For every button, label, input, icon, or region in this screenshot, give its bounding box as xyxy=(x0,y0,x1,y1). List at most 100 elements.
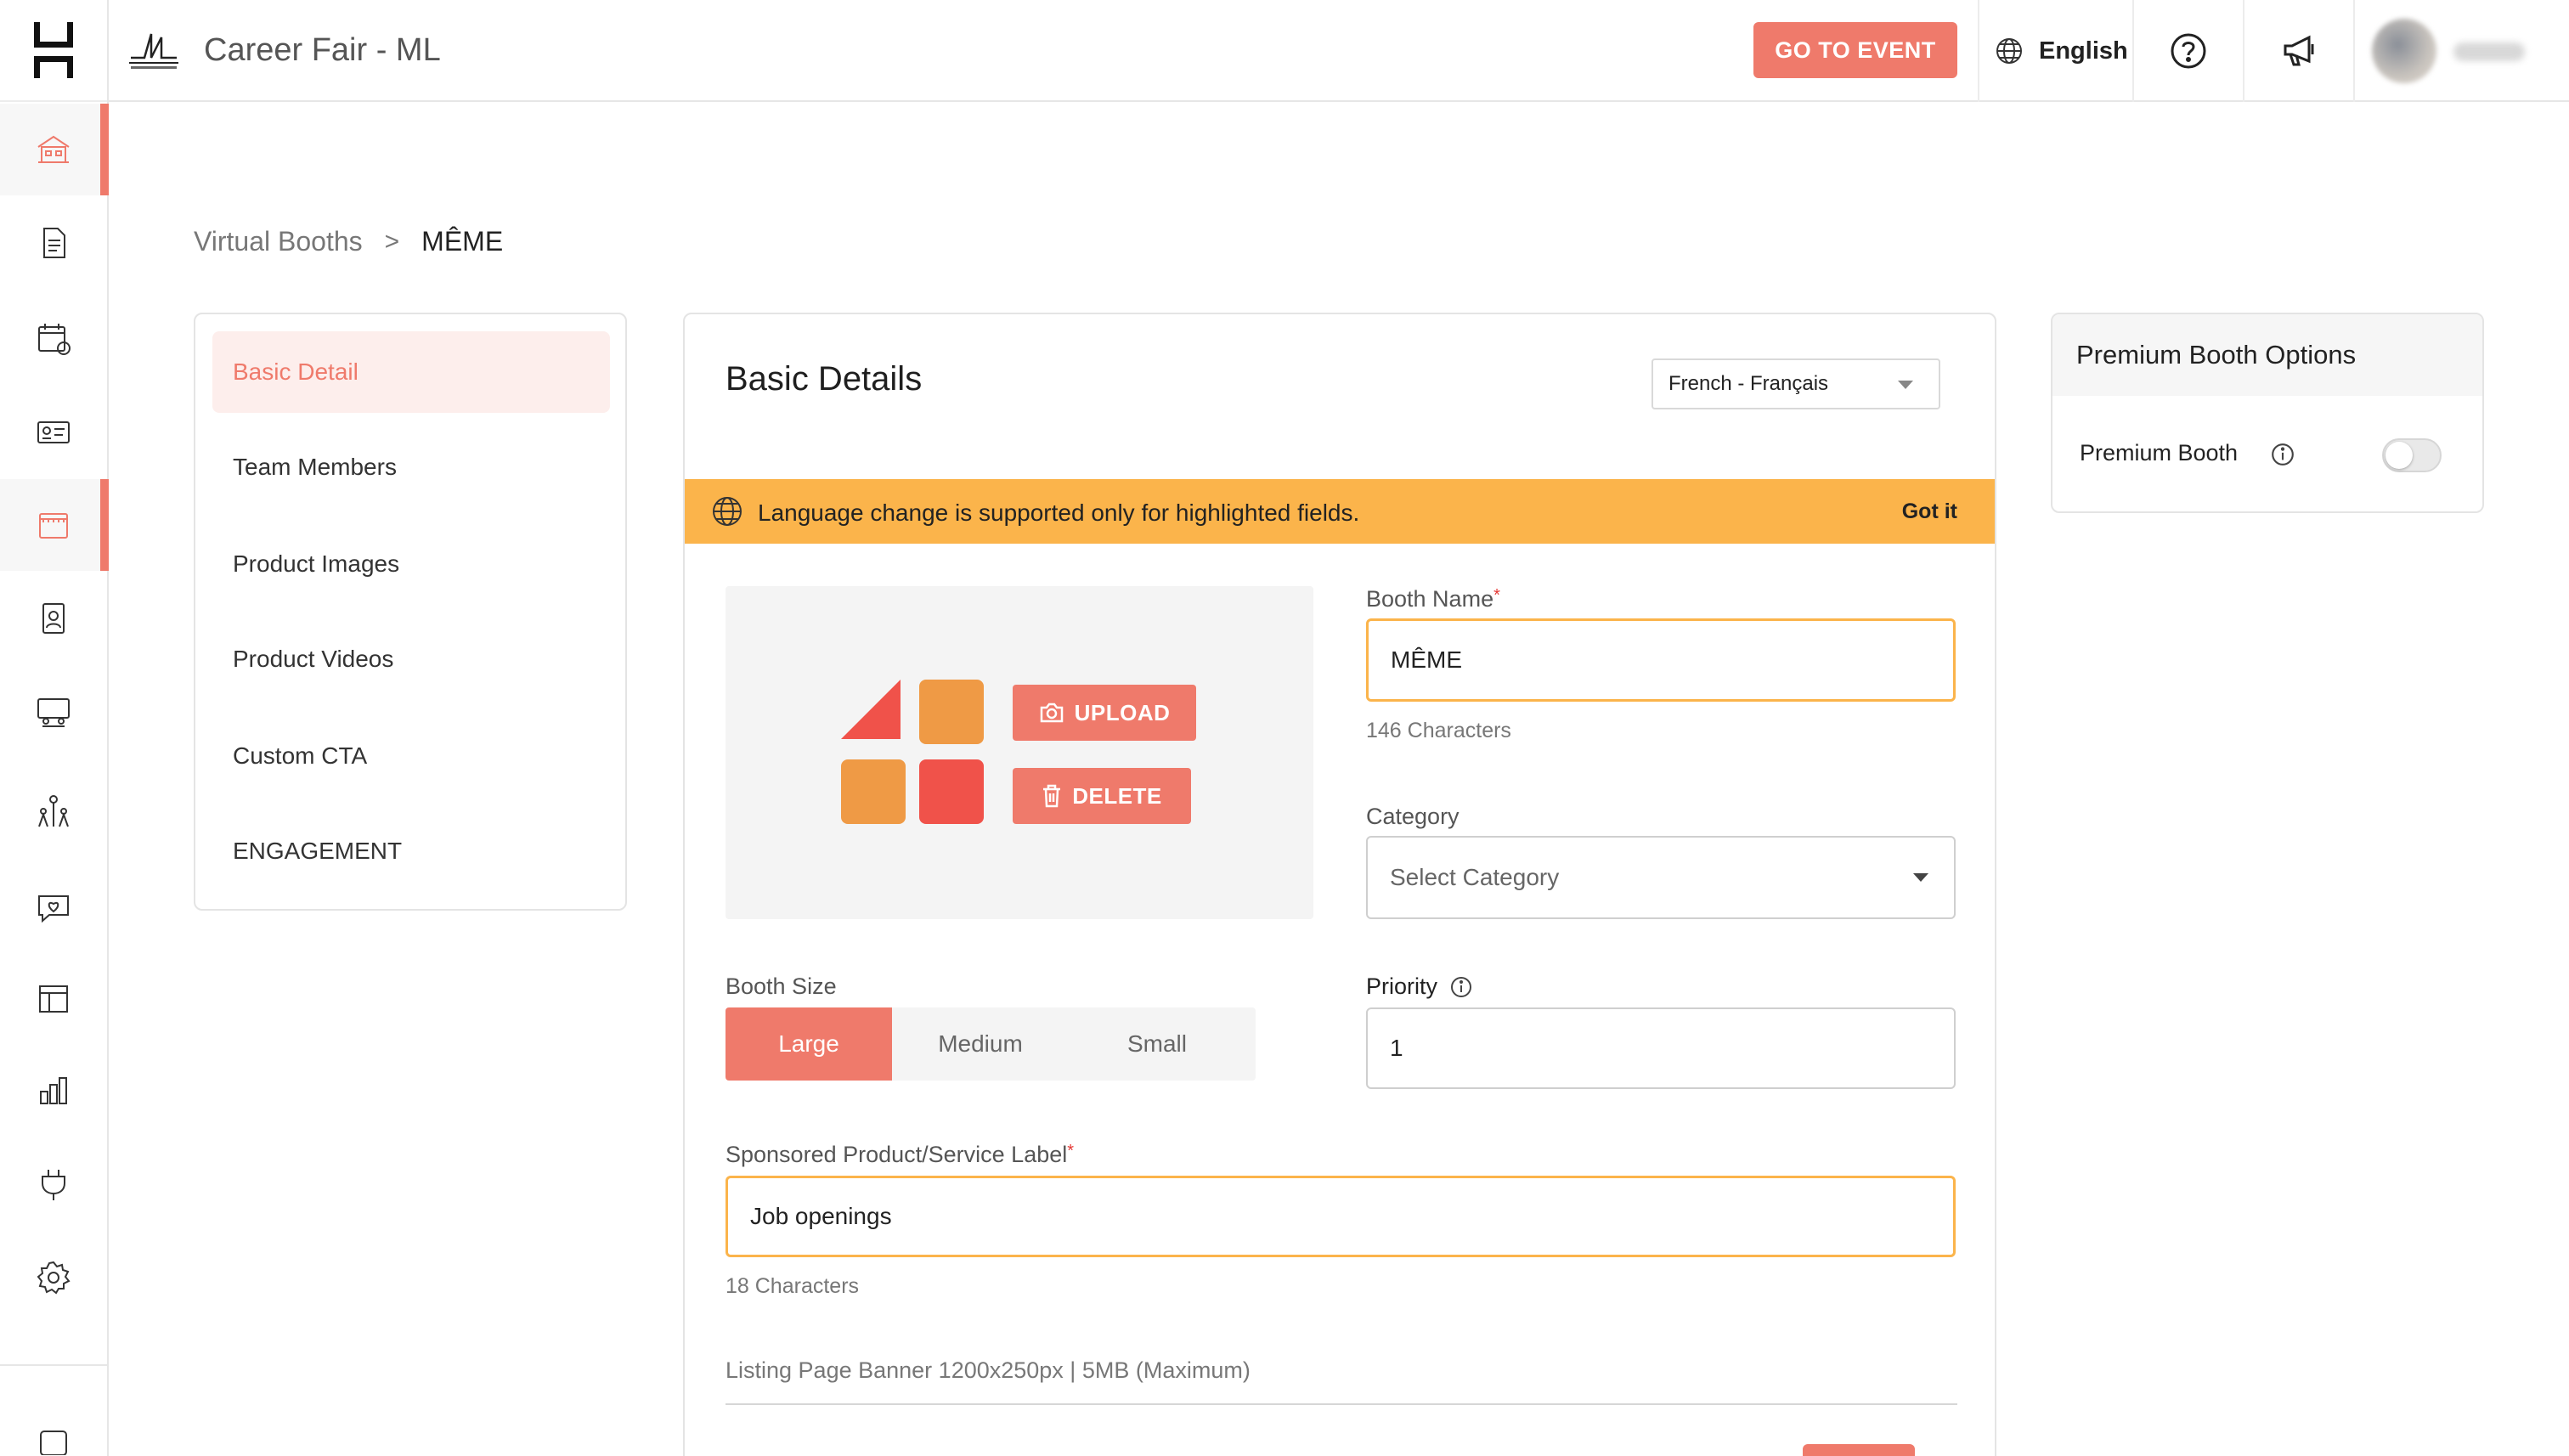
section-item-team-members[interactable]: Team Members xyxy=(212,426,610,508)
basic-details-card: Basic Details French - Français Language… xyxy=(683,313,1996,1456)
language-notice-banner: Language change is supported only for hi… xyxy=(685,479,1995,544)
content-language-select[interactable]: French - Français xyxy=(1652,358,1940,409)
id-card-icon xyxy=(37,421,70,443)
save-button[interactable] xyxy=(1803,1444,1915,1456)
trash-icon xyxy=(1043,784,1061,808)
rail-item-integrations[interactable] xyxy=(0,1138,107,1230)
info-icon[interactable] xyxy=(2270,442,2295,467)
booth-logo-image xyxy=(841,680,984,824)
booth-name-value: MÊME xyxy=(1391,646,1462,673)
language-notice-text: Language change is supported only for hi… xyxy=(758,499,1360,526)
panel-icon xyxy=(40,1431,67,1455)
listing-banner-divider xyxy=(726,1403,1957,1405)
networking-icon xyxy=(38,795,69,827)
sponsored-label-input[interactable]: Job openings xyxy=(726,1176,1956,1257)
integrations-icon xyxy=(42,1170,65,1200)
language-switcher[interactable]: English xyxy=(1995,0,2136,102)
event-title: Career Fair - ML xyxy=(204,32,441,68)
rail-item-speakers[interactable] xyxy=(0,573,107,664)
rail-item-analytics[interactable] xyxy=(0,1045,107,1137)
upload-label: UPLOAD xyxy=(1074,699,1171,725)
card-title: Basic Details xyxy=(726,360,923,398)
rail-item-networking[interactable] xyxy=(0,766,107,858)
topbar-divider xyxy=(1978,0,1979,102)
booth-logo-area: UPLOAD DELETE xyxy=(726,586,1313,919)
go-to-event-button[interactable]: GO TO EVENT xyxy=(1753,22,1957,78)
premium-card-title: Premium Booth Options xyxy=(2052,314,2482,396)
booth-section-nav: Basic Detail Team Members Product Images… xyxy=(194,313,627,911)
breadcrumb: Virtual Booths > MÊME xyxy=(194,226,503,257)
rail-item-engagement[interactable] xyxy=(0,861,107,953)
caret-down-icon xyxy=(1898,381,1913,389)
rail-item-booths[interactable] xyxy=(0,479,109,571)
booth-name-label-text: Booth Name xyxy=(1366,586,1494,612)
category-select[interactable]: Select Category xyxy=(1366,836,1956,919)
sponsored-label-char-count: 18 Characters xyxy=(726,1274,860,1298)
premium-booth-label: Premium Booth xyxy=(2080,440,2239,466)
rail-item-collapse[interactable] xyxy=(0,1390,107,1456)
priority-value: 1 xyxy=(1390,1035,1403,1061)
camera-icon xyxy=(1040,703,1063,723)
event-logo-icon xyxy=(129,33,178,69)
premium-booth-card: Premium Booth Options Premium Booth xyxy=(2051,313,2484,513)
section-item-product-images[interactable]: Product Images xyxy=(212,523,610,605)
rail-item-lounge[interactable] xyxy=(0,666,107,758)
content-language-value: French - Français xyxy=(1668,372,1829,395)
priority-label-text: Priority xyxy=(1366,973,1438,999)
rail-item-documents[interactable] xyxy=(0,197,107,289)
breadcrumb-parent-link[interactable]: Virtual Booths xyxy=(194,226,363,257)
badge-icon xyxy=(42,603,65,634)
booth-name-label: Booth Name* xyxy=(1366,586,1500,612)
premium-booth-toggle[interactable] xyxy=(2382,438,2442,472)
engagement-icon xyxy=(38,895,69,923)
app-logo[interactable] xyxy=(0,0,107,102)
booth-size-medium[interactable]: Medium xyxy=(892,1007,1069,1081)
listing-banner-label: Listing Page Banner 1200x250px | 5MB (Ma… xyxy=(726,1357,1251,1383)
priority-input[interactable]: 1 xyxy=(1366,1007,1956,1089)
chevron-right-icon: > xyxy=(384,227,400,256)
sponsored-label-label: Sponsored Product/Service Label* xyxy=(726,1142,1074,1168)
section-item-product-videos[interactable]: Product Videos xyxy=(212,618,610,700)
analytics-icon xyxy=(40,1077,67,1104)
rail-item-settings[interactable] xyxy=(0,1232,107,1323)
announcements-button[interactable] xyxy=(2244,0,2353,102)
breadcrumb-current: MÊME xyxy=(421,226,504,257)
document-icon xyxy=(43,228,65,258)
rail-item-schedule[interactable] xyxy=(0,292,107,384)
booth-size-small[interactable]: Small xyxy=(1069,1007,1245,1081)
rail-item-layout[interactable] xyxy=(0,953,107,1045)
help-button[interactable] xyxy=(2134,0,2243,102)
info-icon[interactable] xyxy=(1449,975,1473,999)
section-item-custom-cta[interactable]: Custom CTA xyxy=(212,715,610,797)
priority-label: Priority xyxy=(1366,973,1473,1000)
dismiss-notice-button[interactable]: Got it xyxy=(1902,499,1957,524)
help-icon xyxy=(2171,33,2206,69)
rail-item-home[interactable] xyxy=(0,104,109,195)
calendar-icon xyxy=(38,324,71,355)
delete-button[interactable]: DELETE xyxy=(1013,768,1191,824)
globe-icon xyxy=(713,497,742,526)
home-icon xyxy=(37,135,70,163)
app-logo-icon xyxy=(34,22,73,78)
settings-icon xyxy=(37,1261,71,1295)
language-label: English xyxy=(2039,37,2128,65)
lounge-icon xyxy=(37,698,70,727)
booth-name-input[interactable]: MÊME xyxy=(1366,618,1956,702)
rail-divider xyxy=(0,1364,107,1366)
rail-item-attendees[interactable] xyxy=(0,386,107,477)
upload-button[interactable]: UPLOAD xyxy=(1013,685,1196,741)
user-name-blurred[interactable] xyxy=(2453,42,2525,61)
left-nav-rail xyxy=(0,0,109,1456)
booth-name-char-count: 146 Characters xyxy=(1366,719,1511,742)
booth-size-toggle: Large Medium Small xyxy=(726,1007,1256,1081)
megaphone-icon xyxy=(2284,35,2314,66)
section-item-engagement[interactable]: ENGAGEMENT xyxy=(212,810,610,892)
globe-icon xyxy=(1996,38,2022,64)
layout-icon xyxy=(39,985,68,1013)
user-avatar[interactable] xyxy=(2372,19,2436,83)
top-bar: Career Fair - ML GO TO EVENT English xyxy=(109,0,2569,102)
category-placeholder: Select Category xyxy=(1390,864,1560,890)
section-item-basic-detail[interactable]: Basic Detail xyxy=(212,331,610,413)
booth-size-large[interactable]: Large xyxy=(726,1007,892,1081)
booth-icon xyxy=(39,513,68,539)
